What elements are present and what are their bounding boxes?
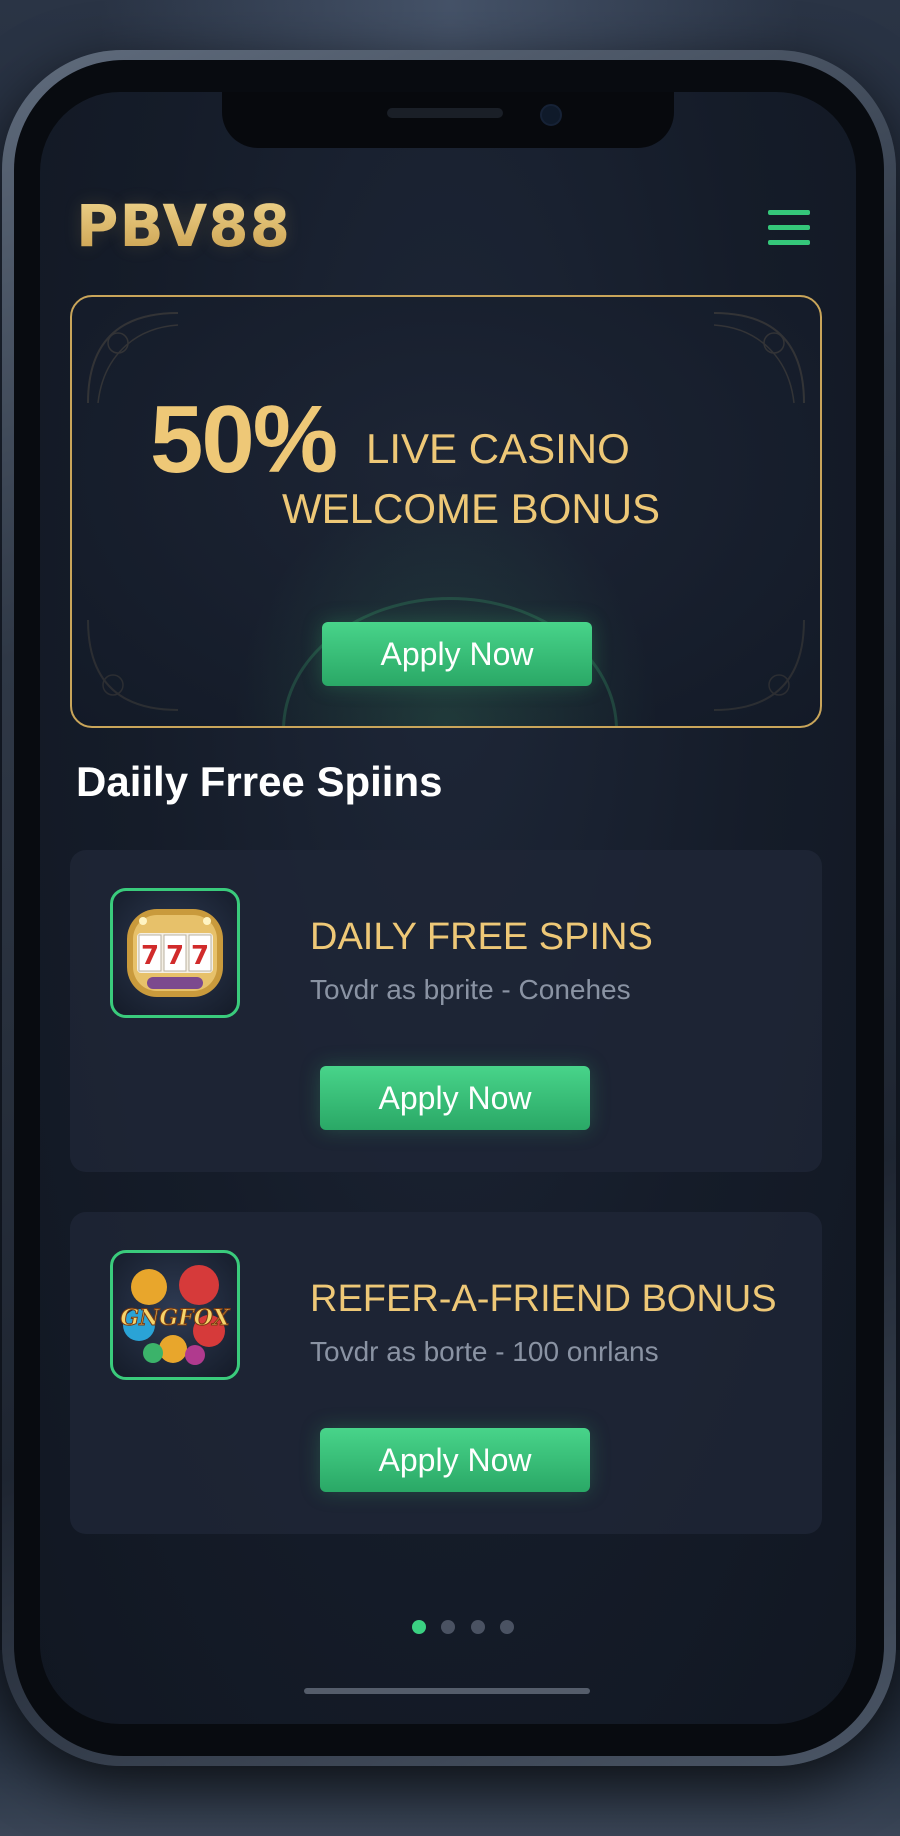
daily-free-spins-apply-now-button[interactable]: Apply Now <box>320 1066 590 1130</box>
card-subtitle: Tovdr as borte - 100 onrlans <box>310 1336 659 1367</box>
card-title: REFER-A-FRIEND BONUS <box>310 1278 777 1320</box>
banner-filigree-bottom-left-icon <box>87 619 179 711</box>
card-title: DAILY FREE SPINS <box>310 916 653 958</box>
card-subtitle: Tovdr as bprite - Conehes <box>310 974 631 1005</box>
pagination-dot-2[interactable] <box>441 1620 456 1634</box>
svg-text:GNGFOX: GNGFOX <box>120 1305 230 1331</box>
section-title: Daiily Frree Spiins <box>76 758 443 805</box>
promo-banner: 50% LIVE CASINO WELCOME BONUS Apply Now <box>70 295 822 728</box>
speaker-grille <box>387 108 503 118</box>
notch <box>222 92 674 148</box>
banner-filigree-right-icon <box>713 312 805 404</box>
pagination-dot-3[interactable] <box>470 1620 485 1634</box>
banner-filigree-bottom-right-icon <box>713 619 805 711</box>
slot-machine-777-icon: 7 7 7 <box>110 888 240 1018</box>
front-camera <box>540 104 562 126</box>
home-indicator[interactable] <box>304 1688 590 1694</box>
phone-screen: PBV88 50% LIVE CASINO WELCOME BONUS Appl… <box>40 92 856 1724</box>
promo-card-daily-free-spins[interactable]: 7 7 7 DAILY FREE SPINS Tovdr as bprite -… <box>70 850 822 1172</box>
promo-card-refer-a-friend[interactable]: GNGFOX REFER-A-FRIEND BONUS Tovdr as bor… <box>70 1212 822 1534</box>
refer-a-friend-apply-now-button[interactable]: Apply Now <box>320 1428 590 1492</box>
svg-text:7: 7 <box>191 941 209 971</box>
banner-headline-line2: WELCOME BONUS <box>282 485 661 532</box>
banner-headline-line1: LIVE CASINO <box>366 425 630 472</box>
casino-chips-icon: GNGFOX <box>110 1250 240 1380</box>
hamburger-menu-icon[interactable] <box>768 210 810 246</box>
pagination-dot-1[interactable] <box>412 1620 426 1634</box>
banner-apply-now-button[interactable]: Apply Now <box>322 622 592 686</box>
bonus-percent: 50% <box>150 386 338 493</box>
pagination-dot-4[interactable] <box>500 1620 515 1634</box>
brand-logo[interactable]: PBV88 <box>76 192 291 260</box>
svg-text:7: 7 <box>166 941 184 971</box>
pagination-dots[interactable] <box>412 1620 525 1636</box>
svg-text:7: 7 <box>141 941 159 971</box>
